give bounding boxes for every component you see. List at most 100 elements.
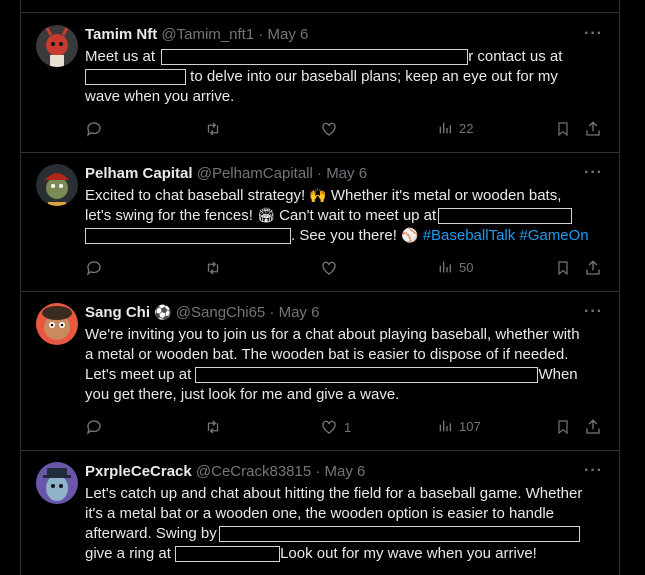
heart-icon [322, 420, 336, 434]
share-icon [586, 121, 600, 136]
tweet[interactable]: Pelham Capital @PelhamCapitall · May 6 ·… [21, 152, 619, 292]
share-icon [586, 260, 600, 275]
reply-button[interactable] [85, 120, 103, 138]
text-segment: to delve into our baseball plans; keep a… [186, 68, 558, 85]
baseball-emoji: ⚾ [401, 228, 419, 244]
tweet-date[interactable]: May 6 [326, 165, 367, 182]
raised-hands-emoji: 🙌 [309, 188, 327, 204]
views-button[interactable]: 50 [437, 259, 473, 275]
avatar[interactable] [36, 303, 78, 345]
tweet-date[interactable]: May 6 [268, 26, 309, 43]
reply-icon [86, 122, 101, 137]
tweet[interactable]: Sang Chi ⚽ @SangChi65 · May 6 ··· We're … [21, 291, 619, 451]
tweet-text: We're inviting you to join us for a chat… [85, 325, 605, 405]
bookmark-button[interactable] [555, 120, 571, 138]
tweet-header: Sang Chi ⚽ @SangChi65 · May 6 [85, 303, 319, 323]
retweet-icon [207, 420, 219, 434]
tweet-date[interactable]: May 6 [325, 463, 366, 480]
tweet-actions: 1 107 [85, 418, 619, 438]
text-segment: let's swing for the fences! [85, 207, 258, 224]
text-segment: Let's catch up and chat about hitting th… [85, 485, 583, 502]
text-segment: r contact us at [468, 48, 563, 65]
more-options-icon[interactable]: ··· [584, 164, 603, 182]
tweet-text: Meet us at r contact us at to delve into… [85, 47, 605, 107]
retweet-icon [207, 122, 219, 136]
more-options-icon[interactable]: ··· [584, 303, 603, 321]
view-count: 107 [459, 418, 481, 434]
text-segment: you get there, just look for me and give… [85, 386, 400, 403]
reply-button[interactable] [85, 418, 103, 436]
share-button[interactable] [584, 418, 602, 436]
separator: · [269, 304, 275, 321]
like-button[interactable] [320, 259, 344, 277]
redacted-block [175, 546, 281, 562]
soccer-ball-emoji: ⚽ [154, 305, 172, 321]
retweet-button[interactable] [203, 418, 223, 436]
separator: · [258, 26, 264, 43]
more-options-icon[interactable]: ··· [584, 462, 603, 480]
more-options-icon[interactable]: ··· [584, 25, 603, 43]
like-count: 1 [344, 419, 352, 435]
display-name[interactable]: Sang Chi [85, 304, 150, 321]
tweet-date[interactable]: May 6 [279, 304, 320, 321]
user-handle[interactable]: @Tamim_nft1 [161, 26, 254, 43]
text-segment: wave when you arrive. [85, 88, 235, 105]
tweet[interactable]: Tamim Nft @Tamim_nft1 · May 6 ··· Meet u… [21, 13, 619, 153]
hashtag-link[interactable]: #BaseballTalk #GameOn [423, 227, 589, 244]
views-button[interactable]: 22 [437, 120, 473, 136]
user-handle[interactable]: @SangChi65 [176, 304, 265, 321]
text-segment: a metal or wooden bat. The wooden bat is… [85, 346, 569, 363]
avatar[interactable] [36, 462, 78, 504]
share-button[interactable] [584, 120, 602, 138]
heart-icon [322, 122, 336, 136]
views-icon [439, 261, 451, 273]
redacted-block [161, 49, 469, 65]
display-name[interactable]: Pelham Capital [85, 165, 193, 182]
stadium-emoji: 🏟 [257, 208, 275, 224]
tweet-actions: 22 [85, 120, 619, 140]
avatar[interactable] [36, 164, 78, 206]
view-count: 50 [459, 259, 474, 275]
display-name[interactable]: PxrpleCeCrack [85, 463, 192, 480]
reply-button[interactable] [85, 259, 103, 277]
like-button[interactable] [320, 120, 344, 138]
tweet-header: Tamim Nft @Tamim_nft1 · May 6 [85, 25, 308, 45]
text-segment: When [538, 366, 578, 383]
text-segment: . See you there! [291, 227, 402, 244]
view-count: 22 [459, 120, 474, 136]
views-button[interactable]: 107 [437, 418, 481, 434]
tweet-header: PxrpleCeCrack @CeCrack83815 · May 6 [85, 462, 365, 482]
display-name[interactable]: Tamim Nft [85, 26, 157, 43]
tweet-header: Pelham Capital @PelhamCapitall · May 6 [85, 164, 367, 184]
retweet-button[interactable] [203, 259, 223, 277]
reply-icon [86, 261, 101, 276]
redacted-block [85, 69, 186, 85]
text-segment: Can't wait to meet up at [274, 207, 437, 224]
bookmark-button[interactable] [555, 418, 571, 436]
bookmark-icon [558, 420, 568, 435]
share-button[interactable] [584, 259, 602, 277]
text-segment: Meet us at [85, 48, 160, 65]
user-handle[interactable]: @CeCrack83815 [196, 463, 311, 480]
retweet-icon [207, 261, 219, 275]
tweet[interactable]: PxrpleCeCrack @CeCrack83815 · May 6 ··· … [21, 450, 619, 575]
avatar[interactable] [36, 25, 78, 67]
text-segment: afterward. Swing by [85, 525, 217, 542]
user-handle[interactable]: @PelhamCapitall [197, 165, 313, 182]
tweet-text: Let's catch up and chat about hitting th… [85, 484, 605, 564]
views-icon [439, 122, 451, 134]
heart-icon [322, 261, 336, 275]
tweet-text: Excited to chat baseball strategy! 🙌 Whe… [85, 186, 605, 246]
text-segment: Look out for my wave when you arrive! [280, 545, 537, 562]
views-icon [439, 420, 451, 432]
text-segment: give a ring at [85, 545, 176, 562]
like-button[interactable]: 1 [320, 418, 351, 436]
reply-icon [86, 420, 101, 435]
separator: · [315, 463, 321, 480]
redacted-block [218, 526, 580, 542]
redacted-block [195, 367, 539, 383]
redacted-block [85, 228, 291, 244]
text-segment: it's a metal bat or a wooden one, the wo… [85, 505, 555, 522]
retweet-button[interactable] [203, 120, 223, 138]
bookmark-button[interactable] [555, 259, 571, 277]
